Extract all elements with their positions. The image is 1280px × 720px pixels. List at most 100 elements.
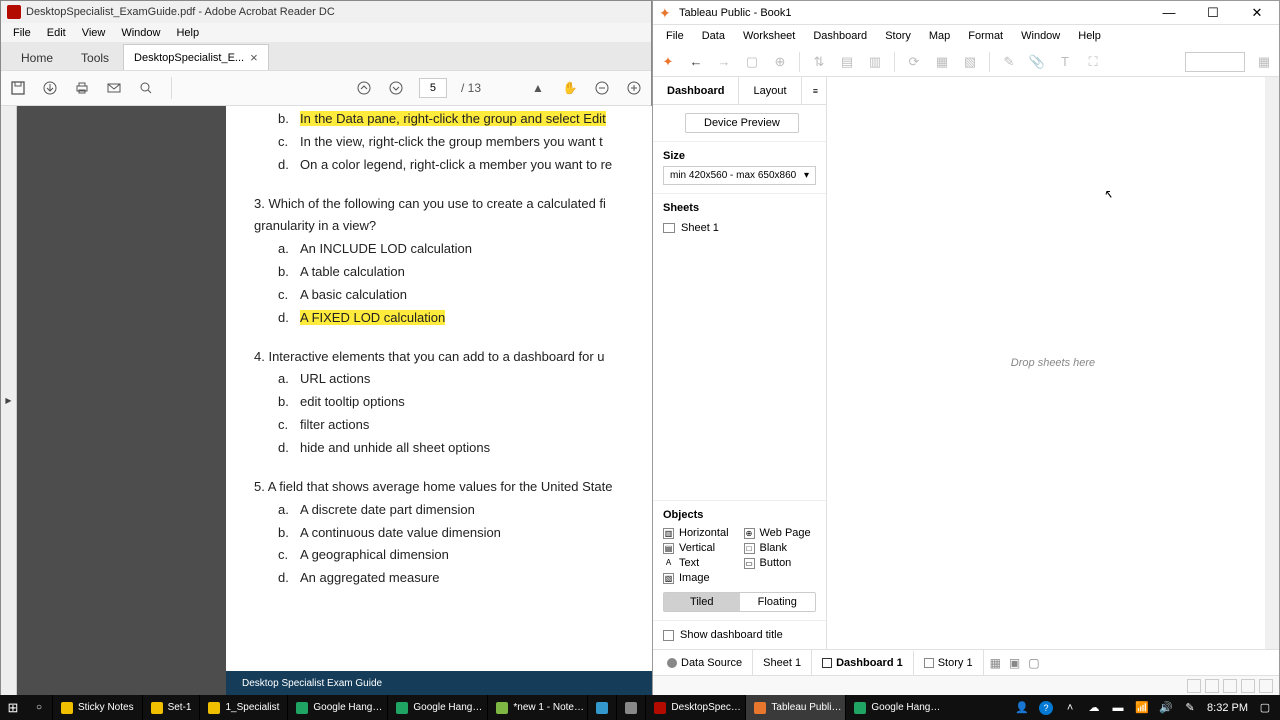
tab-story1[interactable]: Story 1 — [914, 650, 984, 675]
volume-icon[interactable]: 🔊 — [1159, 701, 1173, 715]
menu-map[interactable]: Map — [920, 30, 959, 42]
showme-icon[interactable]: ▦ — [1255, 53, 1273, 71]
maximize-button[interactable]: ☐ — [1197, 5, 1229, 21]
printer-icon[interactable] — [73, 79, 91, 97]
expand-sidebar-icon[interactable]: ▶ — [5, 396, 11, 405]
taskbar-item[interactable]: 1_Specialist — [199, 695, 287, 720]
taskbar-item[interactable] — [587, 695, 616, 720]
taskbar-item[interactable]: Sticky Notes — [52, 695, 142, 720]
search-icon[interactable] — [137, 79, 155, 97]
menu-data[interactable]: Data — [693, 30, 734, 42]
wifi-icon[interactable]: 📶 — [1135, 701, 1149, 715]
highlight-icon[interactable]: ✎ — [1000, 53, 1018, 71]
tab-layout[interactable]: Layout — [739, 77, 801, 104]
nav-prev-icon[interactable] — [1205, 679, 1219, 693]
swap-icon[interactable]: ⇅ — [810, 53, 828, 71]
zoom-out-icon[interactable] — [593, 79, 611, 97]
tab-dashboard[interactable]: Dashboard — [653, 77, 739, 104]
acrobat-sidebar-collapsed[interactable]: ▶ — [1, 106, 17, 695]
pointer-icon[interactable]: ▲ — [529, 79, 547, 97]
save-icon[interactable] — [9, 79, 27, 97]
nav-last-icon[interactable] — [1241, 679, 1255, 693]
menu-edit[interactable]: Edit — [39, 27, 74, 39]
taskbar-item[interactable]: Tableau Publi… — [745, 695, 845, 720]
group-icon[interactable]: ▦ — [933, 53, 951, 71]
device-preview-button[interactable]: Device Preview — [685, 113, 799, 133]
obj-button[interactable]: ▭Button — [744, 557, 817, 569]
menu-view[interactable]: View — [74, 27, 114, 39]
floating-button[interactable]: Floating — [740, 593, 816, 611]
menu-window[interactable]: Window — [1012, 30, 1069, 42]
tableau-logo-toolbar-icon[interactable]: ✦ — [659, 53, 677, 71]
size-dropdown[interactable]: min 420x560 - max 650x860 ▾ — [663, 166, 816, 185]
menu-file[interactable]: File — [657, 30, 693, 42]
obj-blank[interactable]: □Blank — [744, 542, 817, 554]
filmstrip-icon[interactable] — [1259, 679, 1273, 693]
menu-window[interactable]: Window — [113, 27, 168, 39]
taskbar-item[interactable]: Set-1 — [142, 695, 200, 720]
people-icon[interactable]: 👤 — [1015, 701, 1029, 715]
tab-document[interactable]: DesktopSpecialist_E... × — [123, 44, 269, 70]
menu-dashboard[interactable]: Dashboard — [804, 30, 876, 42]
network-icon[interactable]: ▬ — [1111, 701, 1125, 715]
help-icon[interactable]: ? — [1039, 701, 1053, 715]
chevron-up-icon[interactable]: ˄ — [1063, 701, 1077, 715]
new-dashboard-icon[interactable]: ▣ — [1009, 656, 1020, 670]
obj-image[interactable]: ▧Image — [663, 572, 736, 584]
dashboard-canvas[interactable]: Drop sheets here ↖ — [827, 77, 1279, 649]
onedrive-icon[interactable]: ☁ — [1087, 701, 1101, 715]
save-icon[interactable]: ▢ — [743, 53, 761, 71]
taskbar-item[interactable]: DesktopSpec… — [645, 695, 745, 720]
close-tab-icon[interactable]: × — [250, 50, 258, 65]
page-up-icon[interactable] — [355, 79, 373, 97]
pin-icon[interactable]: 📎 — [1028, 53, 1046, 71]
taskbar-item[interactable] — [616, 695, 645, 720]
zoom-in-icon[interactable] — [625, 79, 643, 97]
sort-desc-icon[interactable]: ▥ — [866, 53, 884, 71]
menu-file[interactable]: File — [5, 27, 39, 39]
taskbar-item[interactable]: Google Hang… — [287, 695, 387, 720]
obj-webpage[interactable]: ⊕Web Page — [744, 527, 817, 539]
obj-horizontal[interactable]: ▥Horizontal — [663, 527, 736, 539]
clock[interactable]: 8:32 PM — [1207, 702, 1248, 714]
show-title-checkbox[interactable] — [663, 630, 674, 641]
tiled-button[interactable]: Tiled — [664, 593, 740, 611]
taskbar-item[interactable]: Google Hang… — [845, 695, 945, 720]
canvas-scrollbar[interactable] — [1265, 77, 1279, 649]
expand-icon[interactable]: ≡ — [805, 86, 826, 96]
cortana-button[interactable]: ○ — [26, 702, 52, 713]
page-down-icon[interactable] — [387, 79, 405, 97]
new-data-icon[interactable]: ⊕ — [771, 53, 789, 71]
ink-icon[interactable]: ✎ — [1183, 701, 1197, 715]
nav-next-icon[interactable] — [1223, 679, 1237, 693]
new-story-icon[interactable]: ▢ — [1028, 656, 1039, 670]
tiled-floating-toggle[interactable]: Tiled Floating — [663, 592, 816, 612]
label-icon[interactable]: T — [1056, 53, 1074, 71]
tab-sheet1[interactable]: Sheet 1 — [753, 650, 812, 675]
obj-vertical[interactable]: ▤Vertical — [663, 542, 736, 554]
forward-icon[interactable]: → — [715, 53, 733, 71]
menu-story[interactable]: Story — [876, 30, 920, 42]
refresh-icon[interactable]: ⟳ — [905, 53, 923, 71]
page-number-input[interactable] — [419, 78, 447, 98]
nav-first-icon[interactable] — [1187, 679, 1201, 693]
tab-home[interactable]: Home — [7, 46, 67, 70]
sort-asc-icon[interactable]: ▤ — [838, 53, 856, 71]
print-icon[interactable] — [41, 79, 59, 97]
tab-tools[interactable]: Tools — [67, 46, 123, 70]
toolbar-dropdown[interactable] — [1185, 52, 1245, 72]
menu-format[interactable]: Format — [959, 30, 1012, 42]
sheet-item-sheet1[interactable]: Sheet 1 — [663, 220, 816, 236]
mail-icon[interactable] — [105, 79, 123, 97]
menu-help[interactable]: Help — [1069, 30, 1110, 42]
taskbar-item[interactable]: Google Hang… — [387, 695, 487, 720]
menu-worksheet[interactable]: Worksheet — [734, 30, 804, 42]
hand-icon[interactable]: ✋ — [561, 79, 579, 97]
notifications-icon[interactable]: ▢ — [1258, 701, 1272, 715]
minimize-button[interactable]: — — [1153, 5, 1185, 21]
fit-icon[interactable]: ⛶ — [1084, 53, 1102, 71]
tab-data-source[interactable]: Data Source — [657, 650, 753, 675]
start-button[interactable]: ⊞ — [0, 695, 26, 720]
show-title-row[interactable]: Show dashboard title — [653, 621, 826, 649]
totals-icon[interactable]: ▧ — [961, 53, 979, 71]
